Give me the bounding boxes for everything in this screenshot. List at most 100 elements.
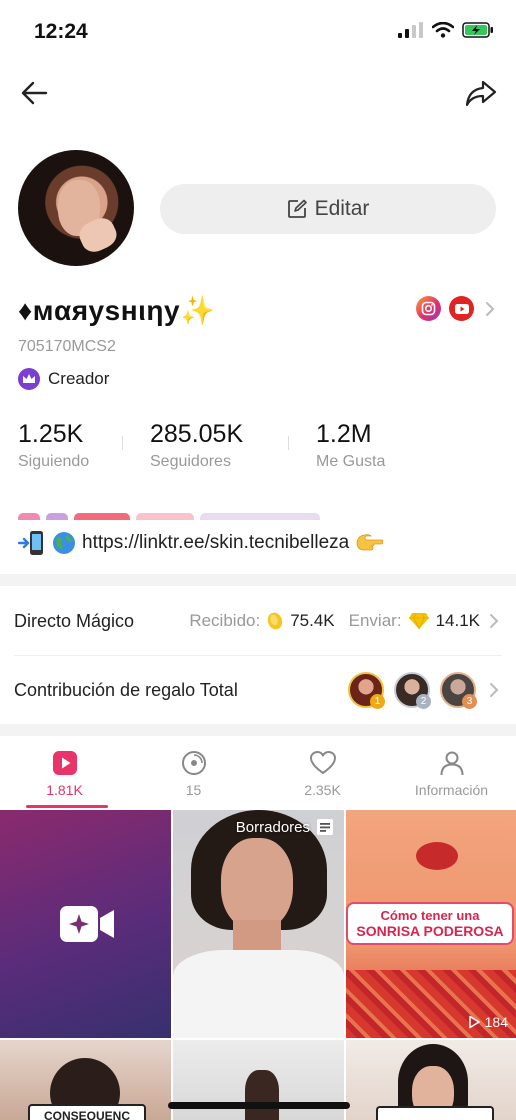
stat-followers-label: Seguidores [150, 453, 231, 470]
creator-badge-row[interactable]: Creador [18, 368, 109, 390]
bio-url: https://linktr.ee/skin.tecnibelleza [82, 532, 350, 553]
chevron-right-icon [486, 301, 495, 316]
edit-profile-button[interactable]: Editar [160, 184, 496, 234]
edit-pencil-icon [287, 199, 307, 218]
home-indicator[interactable] [168, 1102, 350, 1109]
tab-likes-label: 2.35K [304, 782, 341, 798]
play-icon [52, 751, 77, 775]
stat-followers[interactable]: 285.05K Seguidores [150, 420, 243, 471]
caption-line-2: SONRISA PODEROSA [356, 923, 504, 939]
drafts-label: Borradores [236, 818, 334, 836]
contributor-avatar[interactable]: 3 [440, 672, 477, 709]
video-caption: Cómo tener una SONRISA PODEROSA [346, 902, 514, 945]
video-tile[interactable]: Cómo tener una SONRISA PODEROSA 184 [346, 810, 516, 1038]
magic-live-stats: Recibido: 75.4K Enviar: 14.1K [189, 611, 502, 631]
share-arrow-icon [465, 80, 497, 107]
video-tile[interactable]: CONSEQUENC [0, 1040, 171, 1120]
coin-icon [268, 612, 283, 630]
row-divider [14, 655, 502, 656]
stat-followers-value: 285.05K [150, 420, 244, 448]
status-bar: 12:24 [0, 0, 516, 64]
tab-videos-label: 1.81K [46, 782, 83, 798]
tile-caption-box [376, 1106, 494, 1120]
stat-likes[interactable]: 1.2M Me Gusta [316, 420, 385, 471]
disc-icon [181, 751, 206, 775]
profile-tabs: 1.81K 15 2.35K Información [0, 740, 516, 808]
username: ♦мαяуѕнιηу✨ [18, 295, 216, 326]
video-tile[interactable] [346, 1040, 516, 1120]
instagram-icon[interactable] [416, 296, 441, 321]
video-grid: Borradores Cómo tener una SONRISA PODERO… [0, 810, 516, 1120]
sent-label: Enviar: [348, 611, 402, 630]
draft-top [173, 950, 344, 1038]
camera-sparkle-icon [60, 906, 114, 942]
view-count-text: 184 [484, 1014, 508, 1030]
magic-live-row[interactable]: Directo Mágico Recibido: 75.4K Enviar: 1… [0, 588, 516, 654]
username-row: ♦мαяуѕнιηу✨ [18, 292, 498, 332]
lips-shape [416, 842, 458, 870]
stat-divider [122, 436, 123, 450]
wifi-icon [432, 22, 454, 38]
tab-info[interactable]: Información [387, 740, 516, 808]
chevron-right-icon [490, 683, 499, 697]
play-outline-icon [468, 1015, 480, 1029]
contributor-avatar[interactable]: 2 [394, 672, 431, 709]
tab-likes[interactable]: 2.35K [258, 740, 387, 808]
tile-caption: CONSEQUENC [28, 1104, 146, 1120]
view-count: 184 [467, 1014, 508, 1030]
stat-likes-value: 1.2M [316, 420, 372, 448]
stat-likes-label: Me Gusta [316, 453, 386, 470]
magic-live-title: Directo Mágico [14, 610, 135, 631]
tab-music[interactable]: 15 [129, 740, 258, 808]
heart-icon [309, 751, 336, 774]
battery-charging-icon [462, 22, 493, 38]
cellular-signal-icon [398, 22, 423, 38]
pointing-hand-icon [356, 534, 384, 551]
stat-following-label: Siguiendo [18, 453, 90, 470]
draft-face [221, 838, 293, 930]
create-video-tile[interactable] [0, 810, 171, 1038]
user-id: 705170MCS2 [18, 338, 116, 355]
section-divider [0, 574, 516, 586]
globe-icon [53, 532, 75, 554]
sent-value: 14.1K [435, 611, 480, 630]
phone-arrow-icon [18, 531, 43, 555]
received-value: 75.4K [290, 611, 335, 630]
diamond-icon [408, 612, 429, 630]
draft-video-tile[interactable]: Borradores [173, 810, 344, 1038]
rank-badge: 3 [462, 694, 477, 709]
active-tab-indicator [26, 805, 108, 808]
bio-link[interactable]: https://linktr.ee/skin.tecnibelleza [18, 530, 384, 556]
section-divider [0, 724, 516, 736]
share-button[interactable] [464, 76, 498, 110]
youtube-icon[interactable] [449, 296, 474, 321]
top-contributors: 1 2 3 [348, 672, 502, 709]
draft-note-icon [317, 819, 333, 835]
profile-avatar[interactable] [18, 150, 134, 266]
rank-badge: 1 [370, 694, 385, 709]
tab-videos[interactable]: 1.81K [0, 740, 129, 808]
received-label: Recibido: [189, 611, 261, 630]
arrow-left-icon [21, 81, 48, 105]
stat-divider [288, 436, 289, 450]
profile-tags-strip [18, 510, 438, 520]
profile-stats: 1.25K Siguiendo 285.05K Seguidores 1.2M … [18, 420, 498, 476]
tile-person [245, 1070, 279, 1120]
social-links[interactable] [416, 296, 498, 321]
person-icon [440, 751, 463, 776]
back-button[interactable] [18, 76, 52, 110]
stat-following-value: 1.25K [18, 420, 84, 448]
chevron-right-icon [490, 614, 499, 628]
stat-following[interactable]: 1.25K Siguiendo [18, 420, 89, 471]
contributor-avatar[interactable]: 1 [348, 672, 385, 709]
edit-profile-label: Editar [314, 197, 370, 220]
top-nav [0, 70, 516, 118]
tab-music-label: 15 [185, 782, 202, 798]
status-time: 12:24 [34, 20, 88, 43]
creator-label: Creador [48, 369, 110, 388]
drafts-text: Borradores [235, 818, 310, 836]
crown-icon [18, 368, 40, 390]
tab-info-label: Información [414, 782, 489, 798]
gift-contribution-row[interactable]: Contribución de regalo Total 1 2 3 [0, 657, 516, 723]
caption-line-1: Cómo tener una [380, 908, 480, 923]
